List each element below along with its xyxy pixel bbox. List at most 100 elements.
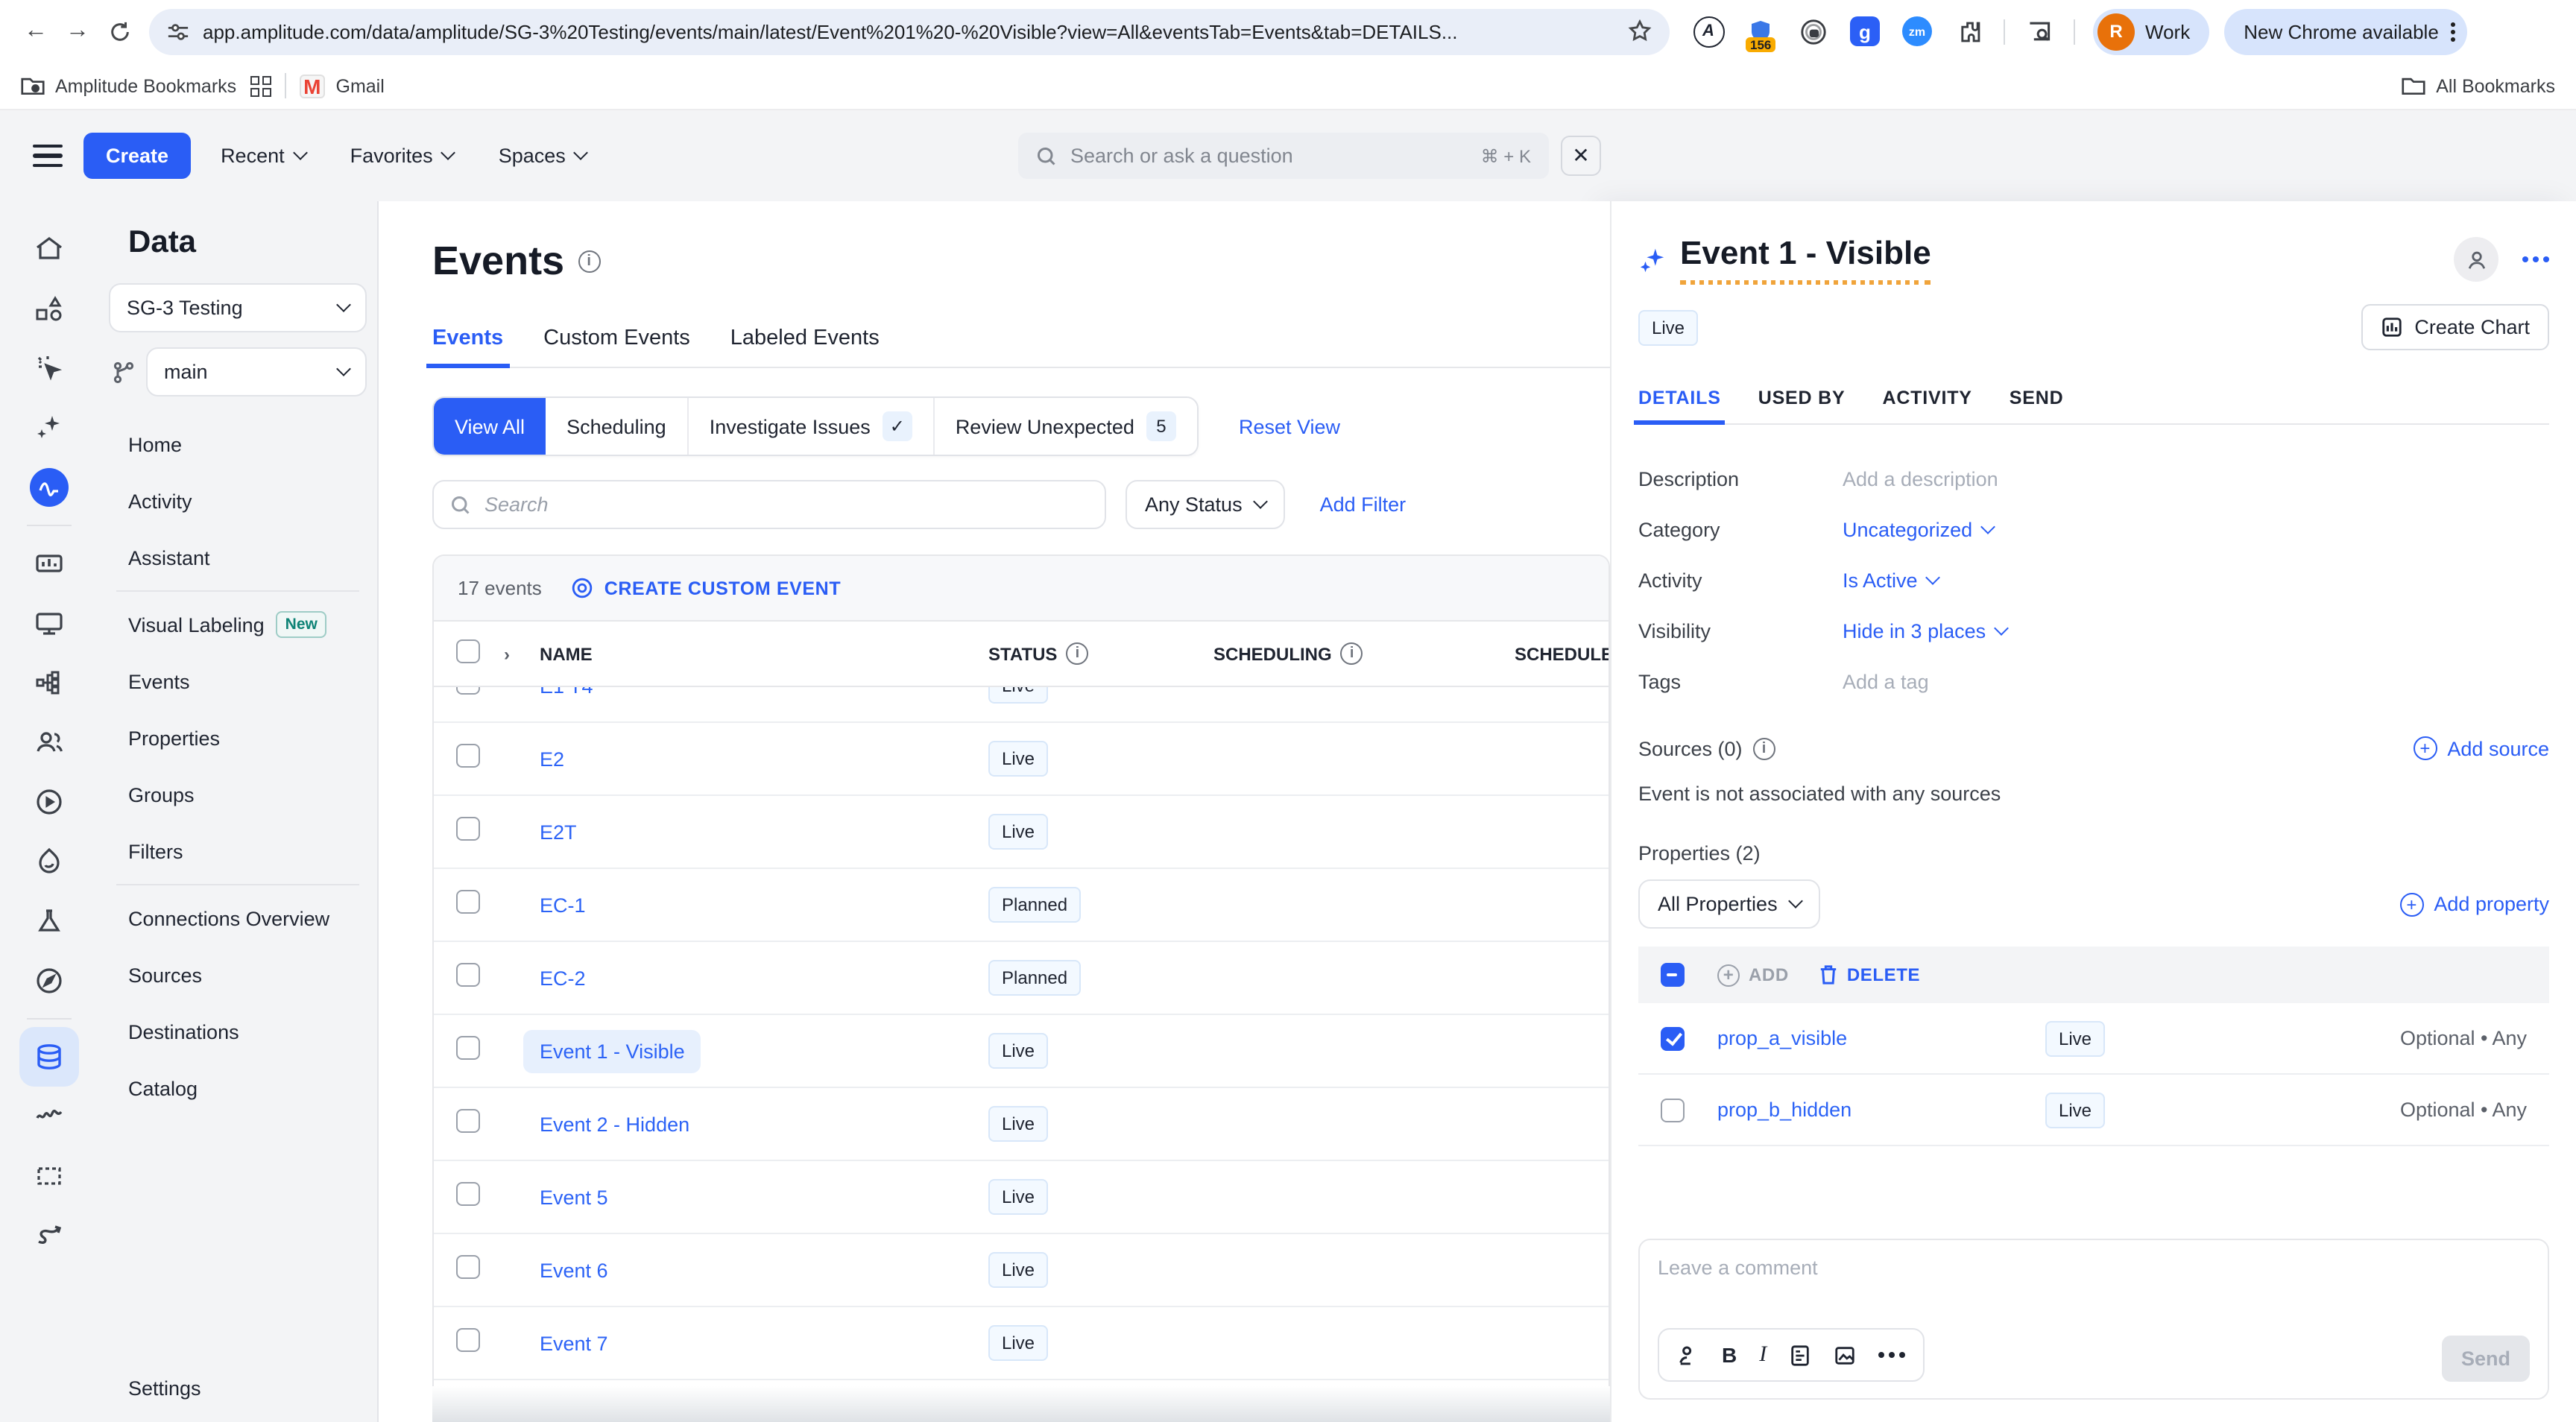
detail-tab-send[interactable]: SEND bbox=[2010, 388, 2064, 423]
row-checkbox[interactable] bbox=[456, 687, 480, 694]
rail-dashboard-icon[interactable] bbox=[19, 534, 79, 593]
spaces-menu[interactable]: Spaces bbox=[499, 145, 587, 167]
sidebar-item-groups[interactable]: Groups bbox=[98, 766, 377, 823]
event-name-link[interactable]: Event 5 bbox=[540, 1186, 608, 1208]
property-name-link[interactable]: prop_a_visible bbox=[1717, 1027, 2045, 1049]
favorites-menu[interactable]: Favorites bbox=[350, 145, 454, 167]
field-placeholder[interactable]: Add a description bbox=[1843, 467, 1998, 490]
mention-person-icon[interactable] bbox=[1677, 1344, 1699, 1366]
table-row[interactable]: Event 2 - HiddenLive bbox=[434, 1088, 1609, 1161]
bulk-select-checkbox[interactable] bbox=[1661, 963, 1685, 987]
table-row[interactable]: Event 6Live bbox=[434, 1234, 1609, 1307]
rail-users-icon[interactable] bbox=[19, 712, 79, 772]
events-search-input[interactable]: Search bbox=[432, 480, 1106, 529]
column-status[interactable]: STATUSi bbox=[988, 642, 1213, 665]
sidebar-item-events[interactable]: Events bbox=[98, 653, 377, 710]
info-icon[interactable]: i bbox=[578, 250, 600, 273]
browser-menu-icon[interactable] bbox=[2451, 22, 2455, 41]
rail-explore-icon[interactable] bbox=[19, 951, 79, 1011]
tab-events[interactable]: Events bbox=[432, 326, 503, 367]
info-icon[interactable]: i bbox=[1753, 737, 1775, 759]
row-checkbox[interactable] bbox=[456, 962, 480, 986]
reload-button[interactable] bbox=[98, 10, 140, 52]
all-bookmarks[interactable]: All Bookmarks bbox=[2402, 75, 2555, 97]
extension-lock-icon[interactable] bbox=[1795, 13, 1831, 49]
rail-monitor-icon[interactable] bbox=[19, 593, 79, 653]
segment-view-all[interactable]: View All bbox=[434, 398, 546, 455]
owner-avatar[interactable] bbox=[2454, 237, 2498, 282]
event-name-link[interactable]: E1 T4 bbox=[540, 687, 593, 697]
site-settings-icon[interactable] bbox=[167, 20, 189, 42]
url-bar[interactable]: app.amplitude.com/data/amplitude/SG-3%20… bbox=[149, 8, 1670, 54]
status-filter-dropdown[interactable]: Any Status bbox=[1126, 480, 1286, 529]
expand-all-icon[interactable]: › bbox=[504, 643, 540, 664]
event-name-link[interactable]: Event 7 bbox=[540, 1332, 608, 1354]
row-checkbox[interactable] bbox=[456, 1035, 480, 1059]
bold-icon[interactable]: B bbox=[1722, 1343, 1737, 1367]
rail-data-icon[interactable] bbox=[19, 1027, 79, 1087]
rail-visual-labeling-icon[interactable] bbox=[19, 338, 79, 398]
event-name-link[interactable]: Event 2 - Hidden bbox=[540, 1113, 689, 1135]
rail-experiment-icon[interactable] bbox=[19, 891, 79, 951]
add-property-button[interactable]: +Add property bbox=[2399, 892, 2549, 916]
field-value-dropdown[interactable]: Hide in 3 places bbox=[1843, 619, 2007, 642]
detail-tab-used-by[interactable]: USED BY bbox=[1758, 388, 1846, 423]
all-properties-dropdown[interactable]: All Properties bbox=[1638, 879, 1821, 929]
profile-chip[interactable]: R Work bbox=[2093, 8, 2209, 54]
rail-shapes-icon[interactable] bbox=[19, 279, 79, 338]
rail-amplitude-logo[interactable] bbox=[19, 458, 79, 517]
extension-g-icon[interactable]: g bbox=[1847, 13, 1883, 49]
event-name-link[interactable]: Event 1 - Visible bbox=[523, 1029, 701, 1072]
segment-scheduling[interactable]: Scheduling bbox=[546, 398, 689, 455]
comment-box[interactable]: Leave a comment B I Send bbox=[1638, 1239, 2549, 1400]
extension-privacy-icon[interactable]: 156 bbox=[1743, 13, 1778, 49]
bulk-add-button[interactable]: +ADD bbox=[1717, 964, 1789, 986]
rail-signals-icon[interactable] bbox=[19, 1087, 79, 1146]
column-name[interactable]: NAME bbox=[540, 643, 988, 664]
property-name-link[interactable]: prop_b_hidden bbox=[1717, 1099, 2045, 1121]
sidebar-item-properties[interactable]: Properties bbox=[98, 710, 377, 766]
table-row[interactable]: EC-1Planned bbox=[434, 869, 1609, 942]
send-button[interactable]: Send bbox=[2442, 1336, 2530, 1382]
url-text[interactable]: app.amplitude.com/data/amplitude/SG-3%20… bbox=[203, 20, 1614, 42]
sidebar-item-activity[interactable]: Activity bbox=[98, 473, 377, 529]
sidebar-item-filters[interactable]: Filters bbox=[98, 823, 377, 879]
column-scheduling[interactable]: SCHEDULINGi bbox=[1213, 642, 1515, 665]
detail-tab-details[interactable]: DETAILS bbox=[1638, 388, 1721, 423]
rail-home-icon[interactable] bbox=[19, 219, 79, 279]
sidebar-item-home[interactable]: Home bbox=[98, 416, 377, 473]
add-source-button[interactable]: +Add source bbox=[2413, 736, 2549, 760]
bookmark-gmail[interactable]: M Gmail bbox=[299, 74, 385, 98]
italic-icon[interactable]: I bbox=[1759, 1342, 1767, 1368]
sidebar-item-assistant[interactable]: Assistant bbox=[98, 529, 377, 586]
event-title[interactable]: Event 1 - Visible bbox=[1680, 234, 1931, 285]
row-checkbox[interactable] bbox=[456, 1108, 480, 1132]
more-menu-icon[interactable] bbox=[2522, 256, 2549, 262]
create-custom-event-button[interactable]: CREATE CUSTOM EVENT bbox=[572, 577, 841, 599]
rail-connections-icon[interactable] bbox=[19, 653, 79, 712]
global-search-input[interactable]: Search or ask a question ⌘ + K bbox=[1018, 133, 1549, 179]
bulk-delete-button[interactable]: DELETE bbox=[1819, 964, 1920, 985]
rail-assistant-icon[interactable] bbox=[19, 398, 79, 458]
row-checkbox[interactable] bbox=[456, 743, 480, 767]
rail-journeys-icon[interactable] bbox=[19, 1206, 79, 1265]
sidebar-item-destinations[interactable]: Destinations bbox=[98, 1003, 377, 1060]
rail-frame-icon[interactable] bbox=[19, 1146, 79, 1206]
row-checkbox[interactable] bbox=[456, 1254, 480, 1278]
property-checkbox[interactable] bbox=[1661, 1026, 1685, 1050]
tab-labeled-events[interactable]: Labeled Events bbox=[730, 326, 880, 367]
project-selector[interactable]: SG-3 Testing bbox=[109, 283, 367, 332]
info-icon[interactable]: i bbox=[1341, 642, 1363, 665]
rail-replay-icon[interactable] bbox=[19, 772, 79, 832]
property-checkbox[interactable] bbox=[1661, 1098, 1685, 1122]
table-row[interactable]: Event 7Live bbox=[434, 1307, 1609, 1380]
bookmark-star-icon[interactable] bbox=[1628, 19, 1652, 43]
table-row[interactable]: E2TLive bbox=[434, 796, 1609, 869]
event-name-link[interactable]: Event 6 bbox=[540, 1259, 608, 1281]
row-checkbox[interactable] bbox=[456, 1327, 480, 1351]
property-row[interactable]: prop_a_visibleLiveOptional • Any bbox=[1638, 1003, 2549, 1075]
chrome-update-pill[interactable]: New Chrome available bbox=[2224, 8, 2467, 54]
table-row[interactable]: Event 5Live bbox=[434, 1161, 1609, 1234]
sidebar-item-visual-labeling[interactable]: Visual LabelingNew bbox=[98, 596, 377, 653]
table-row[interactable]: E1 T4Live bbox=[434, 687, 1609, 723]
